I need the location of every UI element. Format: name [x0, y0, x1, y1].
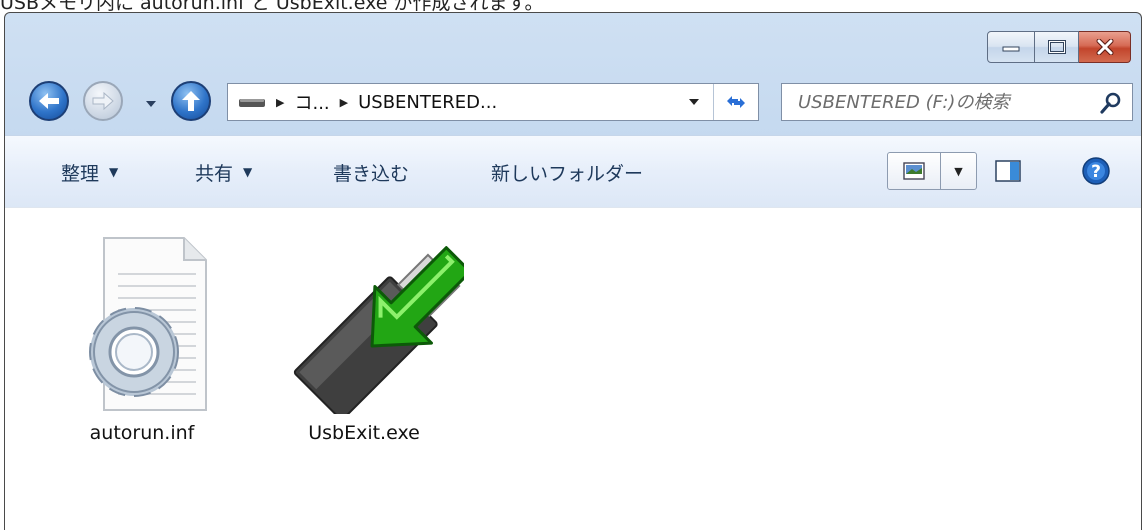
file-item[interactable]: UsbExit.exe — [264, 230, 464, 444]
usb-exit-icon — [293, 246, 464, 414]
maximize-button[interactable] — [1035, 31, 1079, 63]
file-name: autorun.inf — [89, 422, 195, 444]
refresh-button[interactable] — [713, 84, 758, 120]
share-menu[interactable]: 共有 ▼ — [195, 136, 252, 208]
title-bar[interactable] — [5, 13, 1141, 73]
chevron-down-icon — [689, 99, 699, 105]
recent-pages-button[interactable] — [145, 95, 157, 107]
breadcrumb-drive[interactable] — [238, 84, 266, 120]
preview-pane-icon[interactable] — [995, 160, 1021, 182]
view-options: ▼ — [887, 152, 977, 190]
view-icon — [903, 162, 925, 180]
command-bar: 整理 ▼ 共有 ▼ 書き込む 新しいフォルダー ▼ ? — [5, 135, 1141, 208]
close-icon — [1096, 39, 1113, 55]
close-button[interactable] — [1079, 31, 1131, 63]
back-button[interactable] — [29, 81, 69, 121]
navigation-bar: ▶ コ... ▶ USBENTERED... — [5, 75, 1141, 125]
breadcrumb-label: コ... — [294, 93, 330, 114]
back-arrow-icon — [39, 93, 59, 109]
organize-menu[interactable]: 整理 ▼ — [61, 136, 118, 208]
chevron-down-icon: ▼ — [109, 165, 119, 179]
breadcrumb-current[interactable]: USBENTERED... — [358, 84, 497, 120]
share-label: 共有 — [195, 162, 234, 185]
organize-label: 整理 — [61, 162, 100, 185]
new-folder-label: 新しいフォルダー — [491, 162, 644, 185]
search-icon[interactable] — [1100, 92, 1122, 114]
file-list: autorun.inf UsbExit.exe — [5, 207, 1141, 530]
burn-button[interactable]: 書き込む — [333, 136, 409, 208]
forward-button[interactable] — [83, 81, 123, 121]
breadcrumb-separator-icon[interactable]: ▶ — [276, 96, 284, 109]
breadcrumb-separator-icon[interactable]: ▶ — [340, 96, 348, 109]
maximize-icon — [1047, 40, 1066, 54]
settings-file-icon — [89, 237, 207, 411]
caption-buttons — [987, 31, 1131, 63]
refresh-icon — [727, 96, 745, 108]
chevron-down-icon — [146, 101, 156, 107]
breadcrumb-computer[interactable]: コ... — [294, 84, 329, 120]
up-arrow-icon — [182, 91, 200, 111]
page-caption: USBメモリ内に autorun.inf と UsbExit.exe が作成され… — [0, 0, 544, 14]
forward-arrow-icon — [92, 91, 114, 111]
address-bar[interactable]: ▶ コ... ▶ USBENTERED... — [227, 83, 759, 121]
burn-label: 書き込む — [333, 162, 410, 185]
new-folder-button[interactable]: 新しいフォルダー — [491, 136, 643, 208]
breadcrumb-label: USBENTERED... — [358, 91, 498, 113]
view-dropdown-button[interactable]: ▼ — [941, 153, 976, 189]
address-dropdown-button[interactable] — [680, 84, 708, 120]
drive-icon — [239, 99, 265, 107]
file-item[interactable]: autorun.inf — [42, 234, 242, 444]
chevron-down-icon: ▼ — [243, 165, 253, 179]
chevron-down-icon: ▼ — [954, 164, 963, 178]
help-icon[interactable]: ? — [1081, 156, 1111, 186]
minimize-icon — [1002, 46, 1020, 52]
file-name: UsbExit.exe — [308, 422, 420, 444]
explorer-window: ▶ コ... ▶ USBENTERED... 整理 ▼ 共有 — [4, 12, 1142, 530]
minimize-button[interactable] — [987, 31, 1035, 63]
svg-text:?: ? — [1091, 162, 1101, 182]
change-view-button[interactable] — [888, 153, 941, 189]
search-input[interactable] — [796, 90, 1100, 114]
up-button[interactable] — [171, 81, 211, 121]
search-box — [781, 83, 1133, 121]
